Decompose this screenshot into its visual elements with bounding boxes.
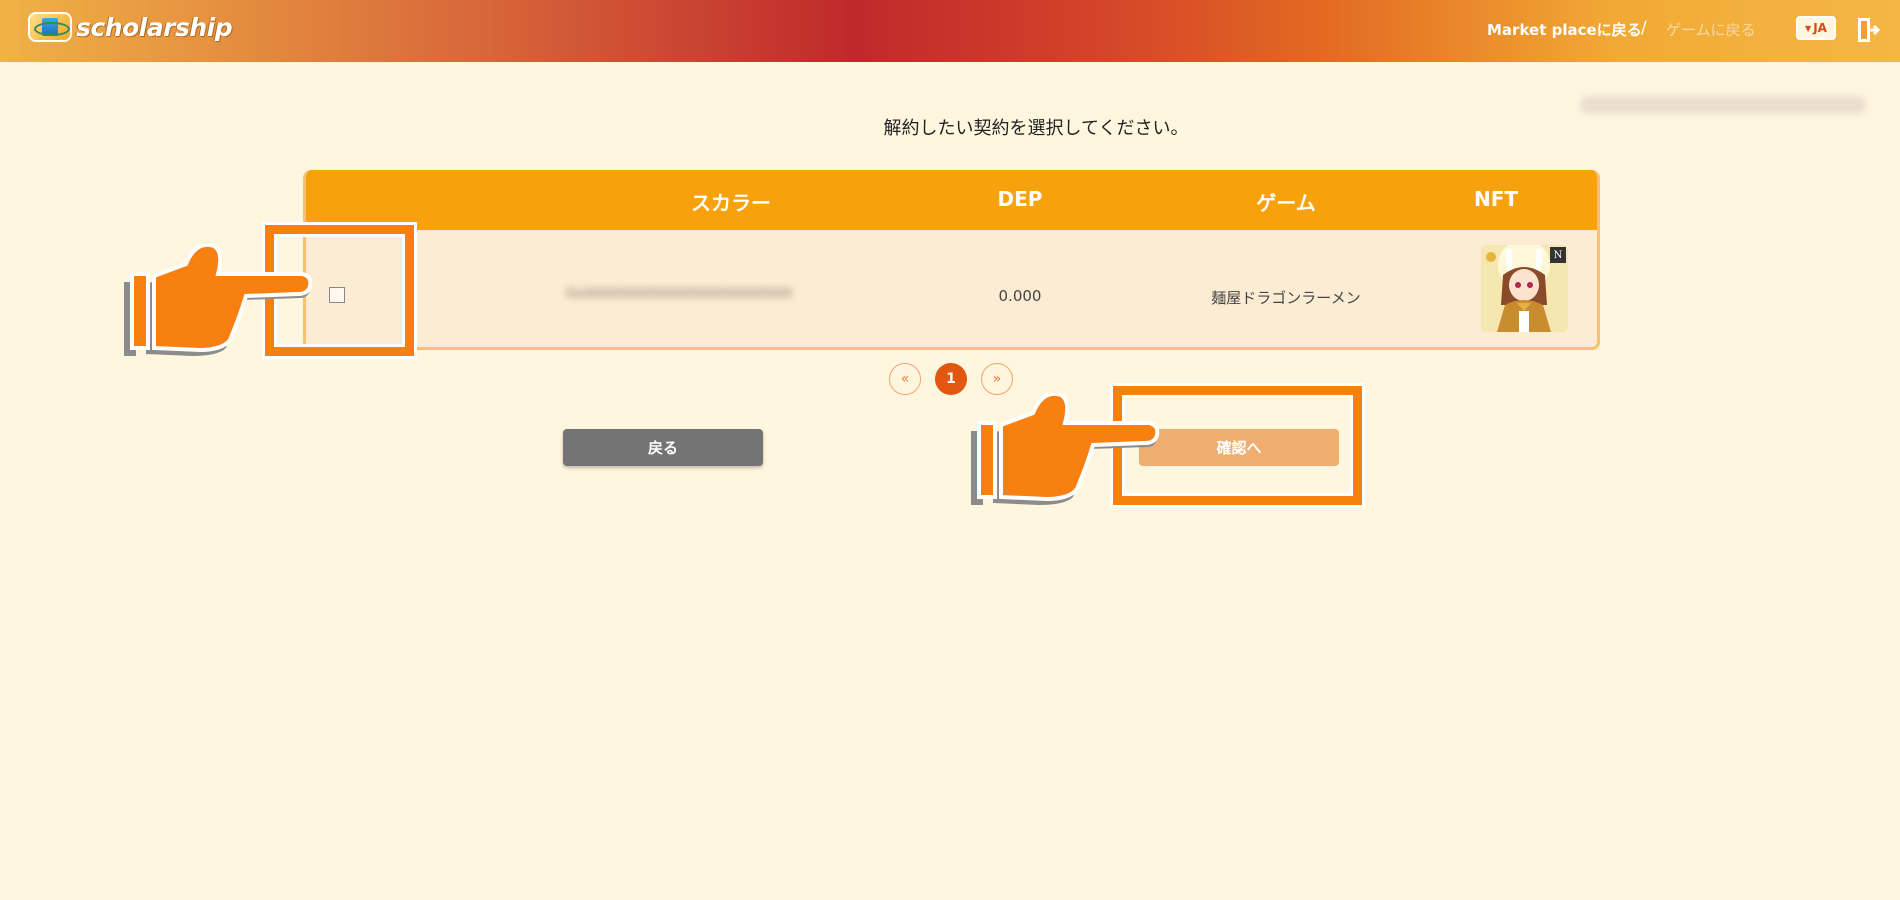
column-header-nft: NFT xyxy=(1473,187,1519,211)
pagination-next-button[interactable]: » xyxy=(981,363,1013,395)
page-instruction: 解約したい契約を選択してください。 xyxy=(883,118,1189,139)
back-to-game-link[interactable]: ゲームに戻る xyxy=(1666,19,1756,40)
pagination-prev-button[interactable]: « xyxy=(889,363,921,395)
nft-thumbnail[interactable]: N xyxy=(1481,245,1568,332)
scholarship-logo[interactable]: scholarship xyxy=(28,12,233,42)
nav-separator: / xyxy=(1641,18,1647,38)
back-to-marketplace-link[interactable]: Market placeに戻る xyxy=(1487,19,1642,40)
logo-icon xyxy=(28,12,72,42)
dep-value: 0.000 xyxy=(998,287,1042,305)
pagination-current-page[interactable]: 1 xyxy=(935,363,967,395)
user-wallet-address: 0x0000000000000000000000000000000000 xyxy=(1580,96,1866,114)
nft-rarity-badge: N xyxy=(1550,247,1566,263)
pointing-hand-icon xyxy=(971,393,1160,505)
table-row[interactable]: 0x0000000000000000000000000000000000 0.0… xyxy=(306,230,1597,347)
game-name: 麺屋ドラゴンラーメン xyxy=(1211,289,1361,307)
language-selector[interactable]: ▼ JA xyxy=(1796,16,1836,40)
language-label: JA xyxy=(1813,21,1827,35)
app-header: scholarship Market placeに戻る / ゲームに戻る ▼ J… xyxy=(0,0,1900,62)
pointing-hand-icon xyxy=(124,244,313,356)
back-button[interactable]: 戻る xyxy=(563,429,763,466)
logout-icon[interactable] xyxy=(1856,16,1880,44)
logo-text: scholarship xyxy=(76,12,233,42)
chevron-down-icon: ▼ xyxy=(1805,23,1812,33)
column-header-scholar: スカラー xyxy=(691,191,771,215)
scholar-address: 0x0000000000000000000000000000000000 xyxy=(566,286,792,302)
contract-table: スカラー DEP ゲーム NFT 0x000000000000000000000… xyxy=(303,170,1600,350)
column-header-game: ゲーム xyxy=(1256,191,1316,215)
column-header-dep: DEP xyxy=(997,187,1043,211)
table-header: スカラー DEP ゲーム NFT xyxy=(306,170,1597,230)
